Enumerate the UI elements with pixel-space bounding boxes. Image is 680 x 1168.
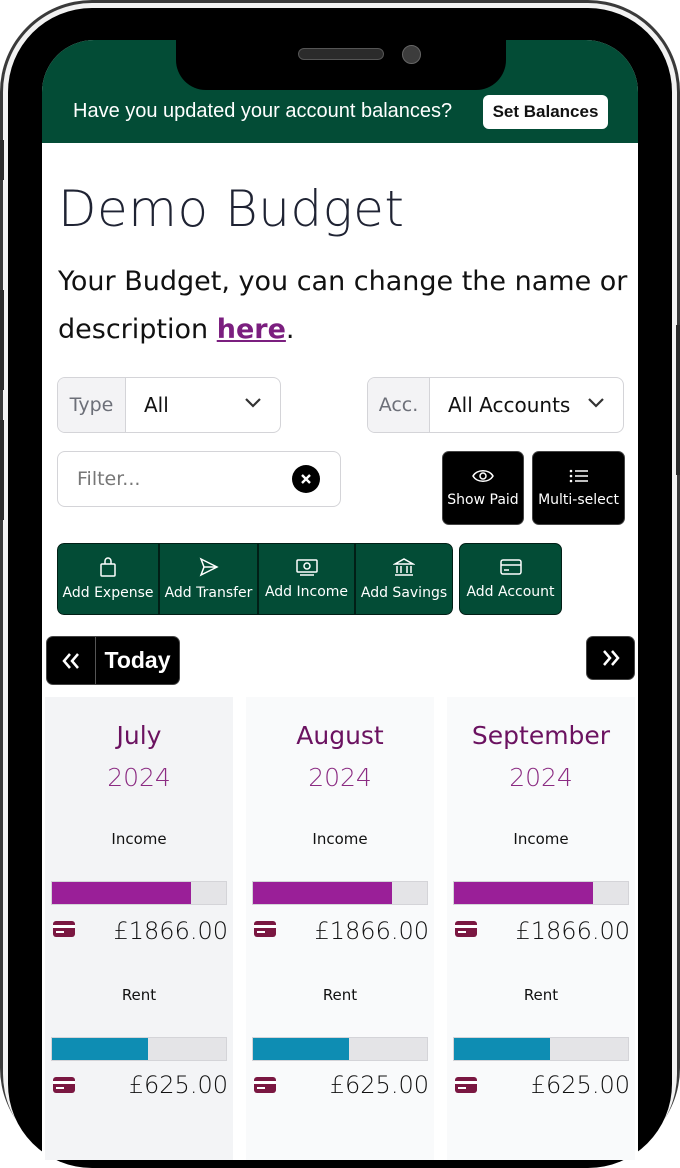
- add-account-button[interactable]: Add Account: [459, 543, 562, 615]
- phone-camera: [402, 45, 421, 64]
- eye-icon: [472, 470, 494, 482]
- budget-item-amount[interactable]: £625.00: [330, 1071, 429, 1099]
- credit-card-icon: [499, 559, 522, 575]
- budget-item-progress: [453, 881, 629, 905]
- budget-item-amount[interactable]: £625.00: [129, 1071, 228, 1099]
- set-balances-button[interactable]: Set Balances: [483, 95, 608, 129]
- progress-fill: [454, 882, 594, 904]
- progress-fill: [253, 1038, 349, 1060]
- type-select-text: All: [144, 393, 169, 417]
- account-select-text: All Accounts: [448, 393, 571, 417]
- add-transfer-label: Add Transfer: [164, 585, 253, 601]
- month-column-august: August 2024 Income £1866.00 Rent £625.00: [246, 697, 434, 1160]
- side-button: [676, 325, 680, 475]
- budget-item-label[interactable]: Rent: [45, 986, 233, 1004]
- app-screen: Have you updated your account balances? …: [42, 40, 638, 1160]
- side-button: [0, 140, 4, 180]
- type-select[interactable]: Type All: [57, 377, 281, 433]
- multi-select-label: Multi-select: [538, 492, 619, 508]
- list-icon: [569, 469, 588, 483]
- add-savings-button[interactable]: Add Savings: [355, 543, 453, 615]
- budget-item-progress: [252, 1037, 428, 1061]
- month-name: September: [471, 721, 611, 750]
- budget-item-label[interactable]: Rent: [246, 986, 434, 1004]
- add-savings-label: Add Savings: [360, 585, 448, 601]
- budget-item-label[interactable]: Income: [447, 830, 635, 848]
- double-chevron-left-icon: [62, 652, 79, 669]
- show-paid-button[interactable]: Show Paid: [442, 451, 524, 525]
- add-income-button[interactable]: Add Income: [258, 543, 355, 615]
- multi-select-button[interactable]: Multi-select: [532, 451, 625, 525]
- budget-item-progress: [51, 1037, 227, 1061]
- chevron-down-icon: [588, 398, 604, 408]
- chevron-down-icon: [245, 398, 261, 408]
- next-period-button[interactable]: [586, 636, 635, 680]
- send-icon: [199, 557, 219, 577]
- description-end: .: [285, 314, 295, 345]
- double-chevron-right-icon: [602, 650, 620, 666]
- previous-period-button[interactable]: [47, 637, 96, 684]
- month-name: August: [296, 721, 384, 750]
- page-title: Demo Budget: [58, 180, 405, 238]
- period-nav-group: Today: [46, 636, 180, 685]
- filter-input[interactable]: Filter...: [57, 451, 341, 507]
- add-actions-group: Add Expense Add Transfer Add Income Add …: [57, 543, 453, 615]
- budget-item-amount[interactable]: £1866.00: [314, 917, 429, 945]
- progress-fill: [454, 1038, 550, 1060]
- budget-item-progress: [51, 881, 227, 905]
- budget-item-label[interactable]: Income: [45, 830, 233, 848]
- credit-card-icon: [455, 921, 477, 937]
- month-year: 2024: [509, 763, 573, 792]
- filter-placeholder: Filter...: [77, 468, 141, 490]
- phone-speaker: [298, 48, 384, 60]
- month-column-july: July 2024 Income £1866.00 Rent £625.00: [45, 697, 233, 1160]
- month-year: 2024: [107, 763, 171, 792]
- description-text: Your Budget, you can change the name or …: [58, 266, 628, 345]
- description-link[interactable]: here: [217, 314, 286, 345]
- account-select-label: Acc.: [368, 378, 430, 432]
- add-actions-button-group: Add Expense Add Transfer Add Income Add …: [57, 543, 453, 615]
- shopping-bag-icon: [100, 557, 116, 577]
- budget-item-progress: [252, 881, 428, 905]
- progress-fill: [52, 882, 192, 904]
- credit-card-icon: [53, 921, 75, 937]
- budget-item-label[interactable]: Income: [246, 830, 434, 848]
- add-expense-label: Add Expense: [62, 585, 154, 601]
- budget-item-progress: [453, 1037, 629, 1061]
- show-paid-label: Show Paid: [447, 492, 519, 508]
- cash-icon: [295, 559, 318, 576]
- clear-filter-button[interactable]: [292, 465, 320, 493]
- side-button: [0, 290, 4, 390]
- add-account-label: Add Account: [466, 584, 555, 600]
- month-name: July: [116, 721, 162, 750]
- type-select-label: Type: [58, 378, 126, 432]
- type-select-value[interactable]: All: [126, 378, 280, 432]
- credit-card-icon: [53, 1077, 75, 1093]
- budget-item-amount[interactable]: £625.00: [531, 1071, 630, 1099]
- account-select-value[interactable]: All Accounts: [430, 378, 623, 432]
- budget-item-label[interactable]: Rent: [447, 986, 635, 1004]
- account-select[interactable]: Acc. All Accounts: [367, 377, 624, 433]
- close-icon: [301, 474, 311, 484]
- add-transfer-button[interactable]: Add Transfer: [159, 543, 258, 615]
- today-button[interactable]: Today: [96, 637, 179, 684]
- side-button: [0, 420, 4, 520]
- page-description: Your Budget, you can change the name or …: [58, 258, 628, 354]
- month-year: 2024: [308, 763, 372, 792]
- budget-item-amount[interactable]: £1866.00: [515, 917, 630, 945]
- banner-message: Have you updated your account balances?: [73, 100, 453, 122]
- add-income-label: Add Income: [264, 584, 349, 600]
- credit-card-icon: [254, 1077, 276, 1093]
- month-column-september: September 2024 Income £1866.00 Rent £625.00: [447, 697, 635, 1160]
- add-expense-button[interactable]: Add Expense: [57, 543, 159, 615]
- progress-fill: [52, 1038, 148, 1060]
- bank-icon: [393, 558, 415, 576]
- credit-card-icon: [254, 921, 276, 937]
- budget-item-amount[interactable]: £1866.00: [113, 917, 228, 945]
- credit-card-icon: [455, 1077, 477, 1093]
- progress-fill: [253, 882, 393, 904]
